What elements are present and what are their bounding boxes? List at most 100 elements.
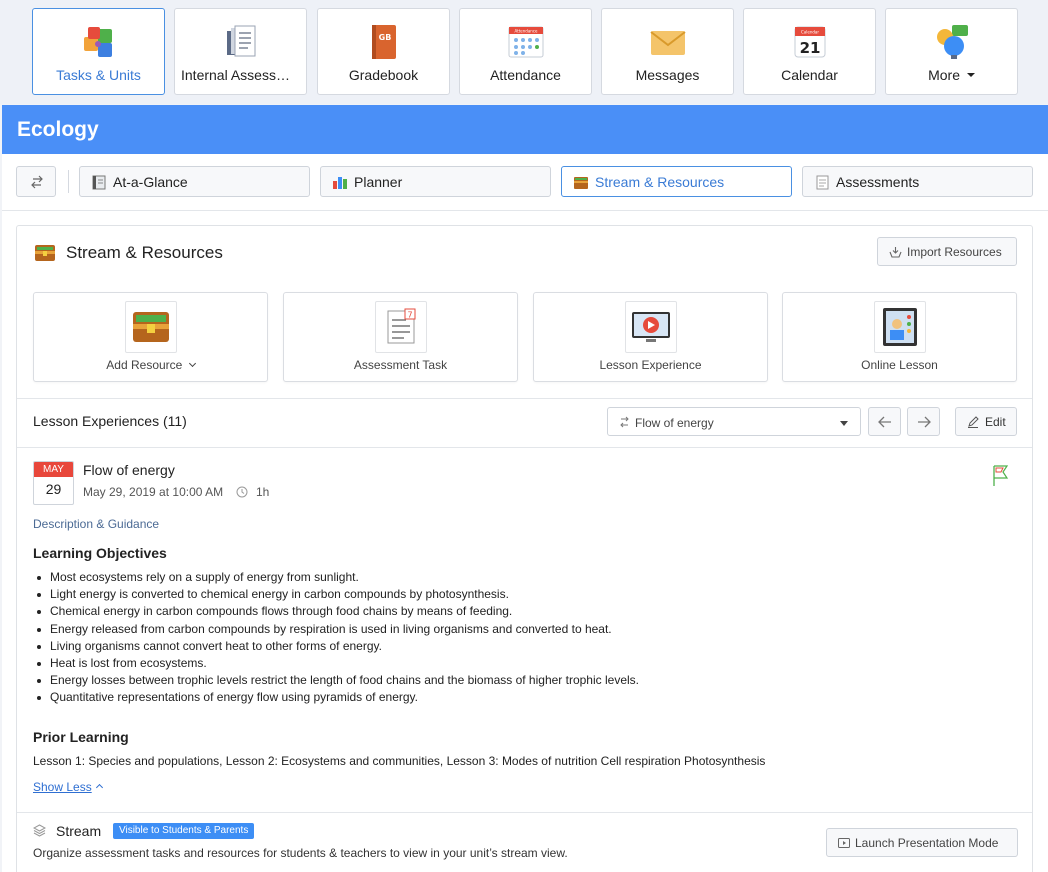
launch-presentation-button[interactable]: Launch Presentation Mode (826, 828, 1018, 857)
chevron-down-icon (188, 359, 196, 368)
treasure-chest-icon (574, 177, 588, 189)
tile-attendance[interactable]: Attendance Attendance (459, 8, 592, 95)
online-lesson-tile[interactable]: Online Lesson (782, 292, 1017, 382)
tile-internal-assessments[interactable]: Internal Assessments (174, 8, 307, 95)
add-resource-tile[interactable]: Add Resource (33, 292, 268, 382)
puzzle-icon (83, 27, 112, 57)
lesson-experiences-title: Lesson Experiences (11) (33, 413, 187, 429)
treasure-chest-icon (35, 245, 55, 261)
swap-arrows-icon (31, 175, 43, 189)
online-lesson-icon (882, 308, 917, 346)
list-item: Energy losses between trophic levels res… (33, 672, 933, 689)
online-lesson-label: Online Lesson (861, 358, 938, 372)
lightbulb-chat-icon (936, 25, 968, 59)
presentation-icon (838, 838, 850, 848)
show-less-link[interactable]: Show Less (33, 780, 103, 794)
gradebook-icon-text: GB (378, 33, 391, 42)
online-lesson-icon-frame (873, 301, 926, 353)
assessment-task-icon-frame: 7 (374, 301, 427, 353)
show-less-label: Show Less (33, 780, 92, 794)
stream-description: Organize assessment tasks and resources … (33, 846, 568, 860)
tile-calendar[interactable]: Calendar 21 Calendar (743, 8, 876, 95)
lesson-select-dropdown[interactable]: Flow of energy (607, 407, 861, 436)
import-resources-label: Import Resources (907, 245, 1002, 259)
card-separator (17, 447, 1032, 448)
tile-gradebook[interactable]: GB Gradebook (317, 8, 450, 95)
treasure-chest-icon (132, 312, 169, 342)
gradebook-icon: GB (371, 25, 396, 59)
tab-at-a-glance[interactable]: At-a-Glance (79, 166, 310, 197)
lesson-duration: 1h (256, 485, 270, 499)
caret-down-icon (966, 73, 975, 77)
add-resource-icon-frame (124, 301, 177, 353)
clock-icon (236, 486, 248, 498)
lesson-experience-label: Lesson Experience (599, 358, 702, 372)
card-separator (17, 812, 1032, 813)
add-resource-label-row: Add Resource (34, 358, 267, 372)
list-item: Chemical energy in carbon compounds flow… (33, 603, 933, 620)
subnav-divider (68, 170, 69, 193)
assessment-task-label: Assessment Task (353, 358, 448, 372)
tab-label: Assessments (836, 174, 920, 190)
tile-label: Tasks & Units (56, 67, 141, 83)
tab-planner[interactable]: Planner (320, 166, 551, 197)
edit-lesson-button[interactable]: Edit (955, 407, 1017, 436)
import-resources-button[interactable]: Import Resources (877, 237, 1017, 266)
next-lesson-button[interactable] (907, 407, 940, 436)
lesson-date-month: MAY (34, 462, 73, 477)
attendance-icon: Attendance (508, 26, 543, 58)
app-navigation-bar: Tasks & Units Internal Assessments GB Gr… (0, 0, 1048, 104)
list-item: Quantitative representations of energy f… (33, 689, 933, 706)
stream-title: Stream (56, 823, 102, 839)
collapse-toggle-button[interactable] (16, 166, 56, 197)
list-item: Living organisms cannot convert heat to … (33, 638, 933, 655)
arrow-left-icon (878, 416, 891, 428)
tab-label: Planner (354, 174, 403, 190)
lesson-experience-tile[interactable]: Lesson Experience (533, 292, 768, 382)
tile-more[interactable]: More (885, 8, 1018, 95)
bar-chart-icon (333, 177, 347, 189)
learning-objectives-heading: Learning Objectives (33, 545, 167, 561)
chevron-up-icon (95, 783, 103, 792)
tab-label: At-a-Glance (113, 174, 188, 190)
tile-tasks-units[interactable]: Tasks & Units (32, 8, 165, 95)
arrow-right-icon (918, 416, 931, 428)
tab-assessments[interactable]: Assessments (802, 166, 1033, 197)
assessment-task-icon: 7 (387, 308, 415, 344)
tile-messages[interactable]: Messages (601, 8, 734, 95)
notepad-icon (816, 175, 829, 190)
course-header: Ecology (2, 105, 1048, 154)
more-label: More (928, 67, 960, 83)
card-separator (17, 398, 1032, 399)
document-stack-icon (226, 25, 255, 57)
lesson-title: Flow of energy (83, 462, 175, 478)
calendar-icon-day: 21 (799, 39, 820, 57)
envelope-icon (649, 31, 686, 55)
course-title: Ecology (17, 118, 99, 141)
video-play-icon (631, 312, 670, 342)
launch-presentation-label: Launch Presentation Mode (855, 836, 999, 850)
main-panel: At-a-Glance Planner Stream & Resources A… (2, 154, 1048, 872)
tab-stream-resources[interactable]: Stream & Resources (561, 166, 792, 197)
previous-lesson-button[interactable] (868, 407, 901, 436)
list-item: Energy released from carbon compounds by… (33, 621, 933, 638)
assessment-task-tile[interactable]: 7 Assessment Task (283, 292, 518, 382)
lesson-experience-icon-frame (624, 301, 677, 353)
lesson-date-day: 29 (45, 481, 62, 497)
list-item: Heat is lost from ecosystems. (33, 655, 933, 672)
import-tray-icon (889, 247, 902, 258)
tile-label: Calendar (781, 67, 838, 83)
assessment-icon-number: 7 (407, 311, 412, 320)
card-title: Stream & Resources (66, 243, 223, 262)
lesson-select-value: Flow of energy (635, 416, 714, 430)
calendar-icon: Calendar 21 (794, 26, 825, 58)
lesson-datetime: May 29, 2019 at 10:00 AM (83, 485, 224, 499)
lesson-date-badge: MAY 29 (33, 461, 74, 505)
subnav-separator (2, 210, 1048, 211)
description-guidance-label: Description & Guidance (33, 517, 160, 531)
tab-label: Stream & Resources (595, 174, 725, 190)
caret-down-icon (840, 421, 848, 426)
flag-icon[interactable] (992, 464, 1010, 488)
list-item: Light energy is converted to chemical en… (33, 586, 933, 603)
edit-label: Edit (985, 415, 1006, 429)
